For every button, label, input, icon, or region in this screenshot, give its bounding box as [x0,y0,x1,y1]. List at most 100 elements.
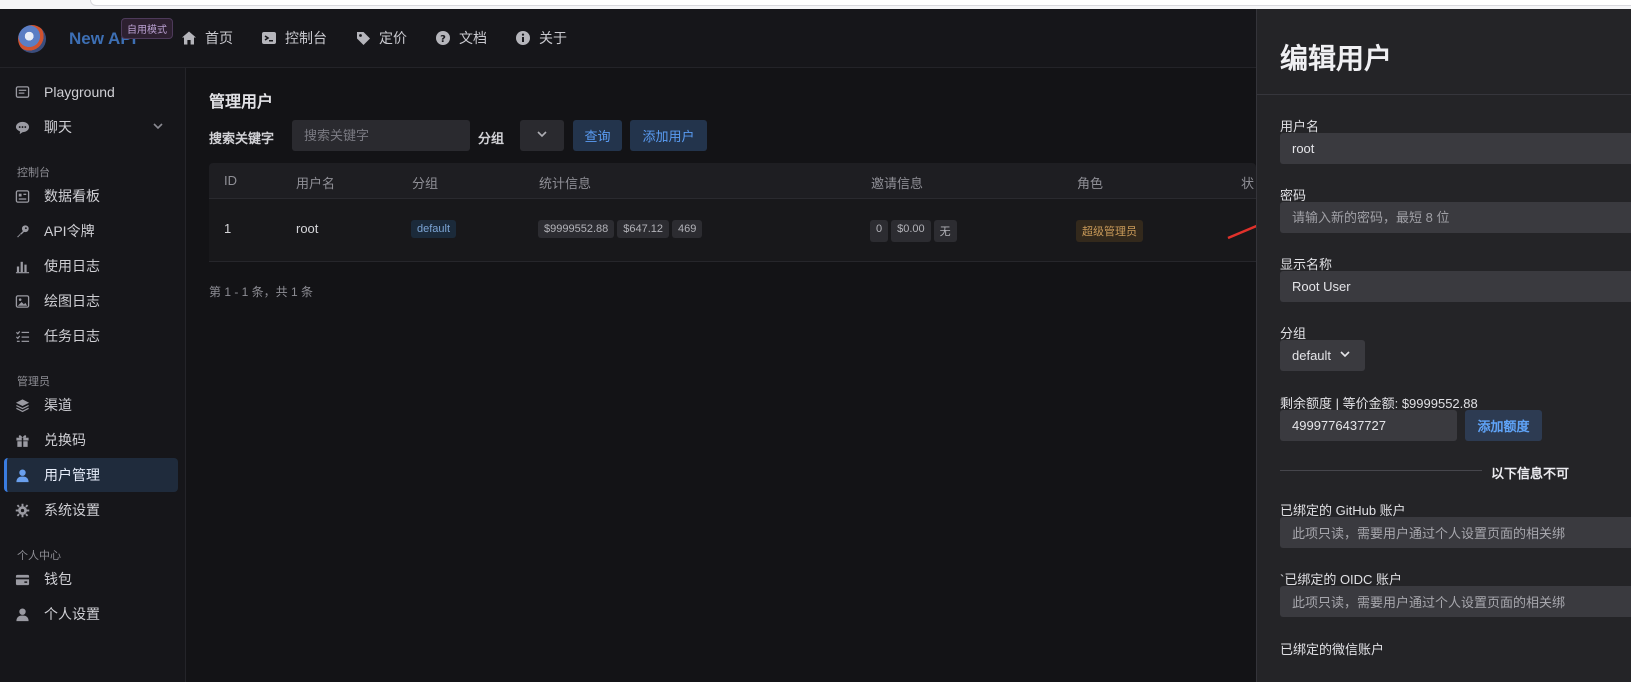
sidebar-item-redemption-codes[interactable]: 兑换码 [4,423,178,457]
terminal-icon [260,30,277,47]
sidebar-item-dashboard[interactable]: 数据看板 [4,179,178,213]
edit-user-sheet: 编辑用户 用户名 密码 显示名称 分组 default 剩余额度 | 等价金额:… [1256,9,1631,682]
stat-tag-used: $647.12 [617,220,669,238]
sidebar-item-api-tokens[interactable]: API令牌 [4,214,178,248]
home-icon [180,30,197,47]
mode-badge: 自用模式 [121,18,173,39]
sidebar-item-label: Playground [44,84,115,100]
sidebar-item-label: 用户管理 [44,467,100,483]
sidebar-item-task-logs[interactable]: 任务日志 [4,319,178,353]
nav-about[interactable]: 关于 [514,28,567,48]
chat-bubble-icon [14,119,30,135]
browser-top-strip [0,0,1631,9]
column-header-username[interactable]: 用户名 [296,173,335,192]
chevron-down-icon[interactable] [152,119,164,135]
search-label: 搜索关键字 [209,131,275,146]
sidebar-item-chat[interactable]: 聊天 [4,110,178,144]
nav-about-label: 关于 [539,30,567,46]
chat-window-icon [14,84,30,100]
sidebar-item-playground[interactable]: Playground [4,75,178,109]
password-field[interactable] [1280,202,1631,233]
help-circle-icon: ? [434,30,451,47]
cell-invite: 0 $0.00 无 [870,220,958,242]
group-select[interactable]: default [1280,340,1365,371]
query-button[interactable]: 查询 [573,120,622,151]
quota-field[interactable] [1280,410,1457,441]
cell-id: 1 [224,221,232,236]
info-circle-icon [514,30,531,47]
sidebar-item-personal-settings[interactable]: 个人设置 [4,597,178,631]
chevron-down-icon [1339,348,1351,363]
column-header-group[interactable]: 分组 [412,173,438,192]
cell-role: 超级管理员 [1076,220,1144,242]
invite-tag-inviter: 无 [933,220,957,242]
nav-console[interactable]: 控制台 [260,28,327,48]
sidebar-item-usage-logs[interactable]: 使用日志 [4,249,178,283]
column-header-role[interactable]: 角色 [1077,173,1103,192]
sidebar-item-channels[interactable]: 渠道 [4,388,178,422]
sidebar-item-label: 数据看板 [44,188,100,204]
sidebar-item-label: 任务日志 [44,328,100,344]
user-icon [14,467,30,483]
chevron-down-icon [536,127,548,145]
pagination-summary: 第 1 - 1 条，共 1 条 [209,285,314,299]
nav-pricing[interactable]: 定价 [354,28,407,48]
invite-tag-amount: $0.00 [891,220,931,242]
column-header-status[interactable]: 状 [1241,173,1254,192]
sidebar-section-personal: 个人中心 [17,550,61,562]
column-header-id[interactable]: ID [224,173,237,188]
add-user-button[interactable]: 添加用户 [630,120,707,151]
layers-icon [14,397,30,413]
user-icon [14,606,30,622]
image-icon [14,293,30,309]
users-table: ID 用户名 分组 统计信息 邀请信息 角色 状 1 root default … [209,163,1256,262]
browser-address-pill [90,0,1631,6]
nav-console-label: 控制台 [285,30,327,46]
sidebar-item-label: 渠道 [44,397,72,413]
sidebar-section-admin: 管理员 [17,376,50,388]
group-filter-label: 分组 [478,131,505,146]
sidebar-item-drawing-logs[interactable]: 绘图日志 [4,284,178,318]
dashboard-icon [14,188,30,204]
key-icon [14,223,30,239]
cell-group: default [411,220,457,238]
stat-tag-remaining: $9999552.88 [538,220,615,238]
table-header: ID 用户名 分组 统计信息 邀请信息 角色 状 [209,163,1256,199]
username-field[interactable] [1280,133,1631,164]
sidebar-item-label: 个人设置 [44,606,100,622]
cell-username: root [296,221,319,236]
role-tag: 超级管理员 [1076,220,1143,242]
nav-docs[interactable]: ? 文档 [434,28,487,48]
bar-chart-icon [14,258,30,274]
sheet-title: 编辑用户 [1280,43,1393,74]
group-filter-select[interactable] [520,120,564,151]
table-row[interactable]: 1 root default $9999552.88 $647.12 469 0… [209,199,1256,262]
main-content: 管理用户 搜索关键字 分组 查询 添加用户 ID 用户名 分组 统计信息 邀请信… [187,68,1256,682]
wechat-label: 已绑定的微信账户 [1280,642,1385,657]
column-header-stats[interactable]: 统计信息 [539,173,591,192]
app-logo-icon[interactable] [18,25,46,53]
sidebar-item-user-management[interactable]: 用户管理 [4,458,178,492]
invite-tag-count: 0 [870,220,889,242]
sidebar-item-label: 钱包 [44,571,72,587]
github-readonly-field: 此项只读，需要用户通过个人设置页面的相关绑 [1280,517,1631,548]
nav-docs-label: 文档 [459,30,487,46]
checklist-icon [14,328,30,344]
sidebar-section-console: 控制台 [17,167,50,179]
sidebar-item-wallet[interactable]: 钱包 [4,562,178,596]
nav-home[interactable]: 首页 [180,28,233,48]
column-header-invite[interactable]: 邀请信息 [871,173,923,192]
wallet-icon [14,571,30,587]
display-name-field[interactable] [1280,271,1631,302]
gift-icon [14,432,30,448]
sidebar: Playground 聊天 控制台 数据看板 API令牌 使用日志 绘图日志 任… [0,68,186,682]
sheet-divider [1257,94,1631,95]
search-input[interactable] [292,120,470,151]
stat-tag-requests: 469 [672,220,703,238]
sidebar-item-system-settings[interactable]: 系统设置 [4,493,178,527]
add-quota-button[interactable]: 添加额度 [1465,410,1542,441]
sidebar-item-label: 使用日志 [44,258,100,274]
sidebar-item-label: 系统设置 [44,502,100,518]
cell-stats: $9999552.88 $647.12 469 [538,220,703,238]
oidc-readonly-field: 此项只读，需要用户通过个人设置页面的相关绑 [1280,586,1631,617]
